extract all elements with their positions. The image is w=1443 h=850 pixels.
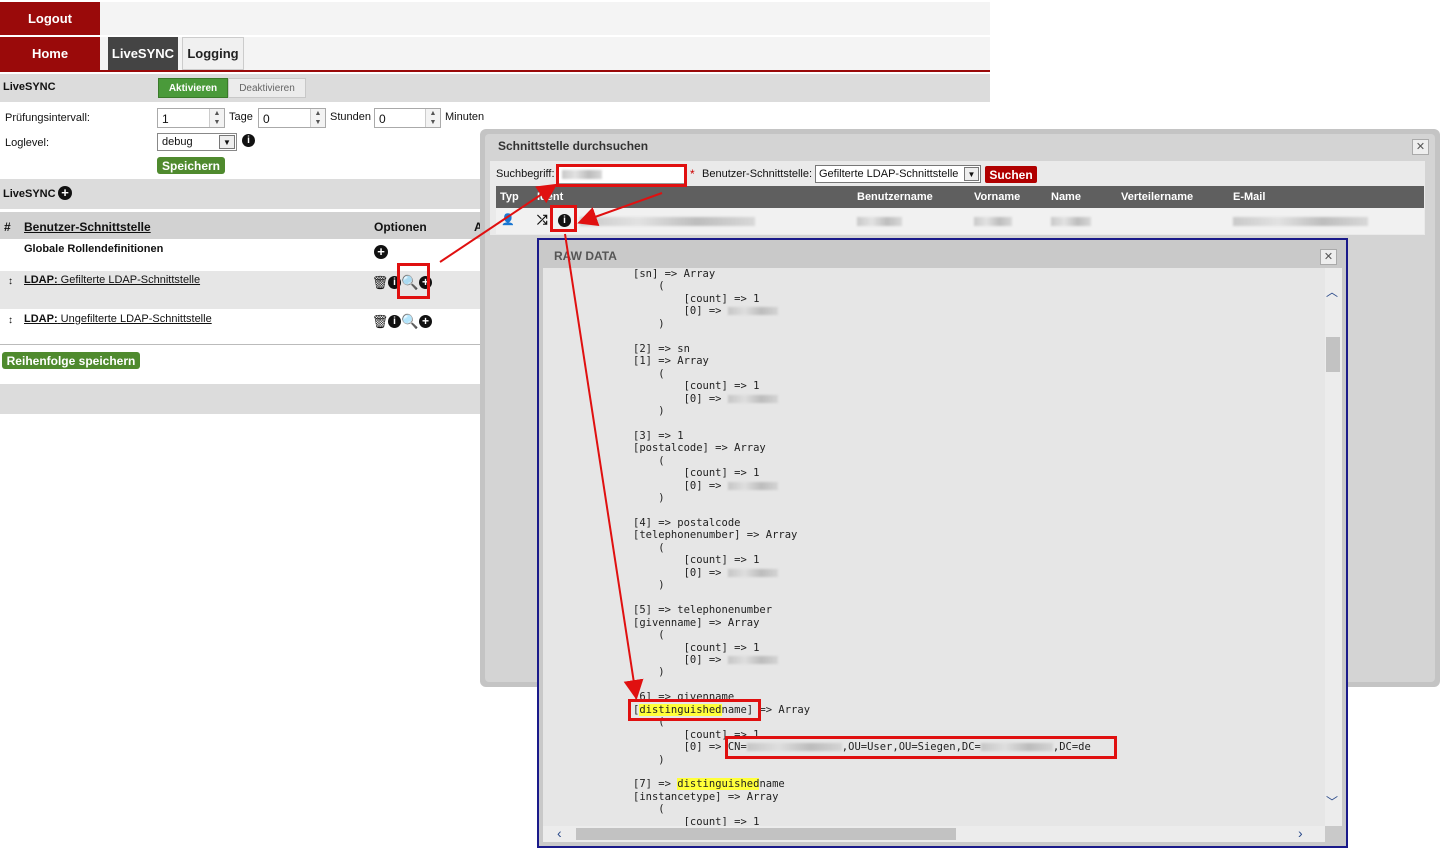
annotation-arrow	[439, 183, 558, 263]
annotation-arrow	[577, 192, 663, 227]
annotation-arrow	[564, 233, 644, 700]
annotation-arrows	[439, 183, 663, 700]
